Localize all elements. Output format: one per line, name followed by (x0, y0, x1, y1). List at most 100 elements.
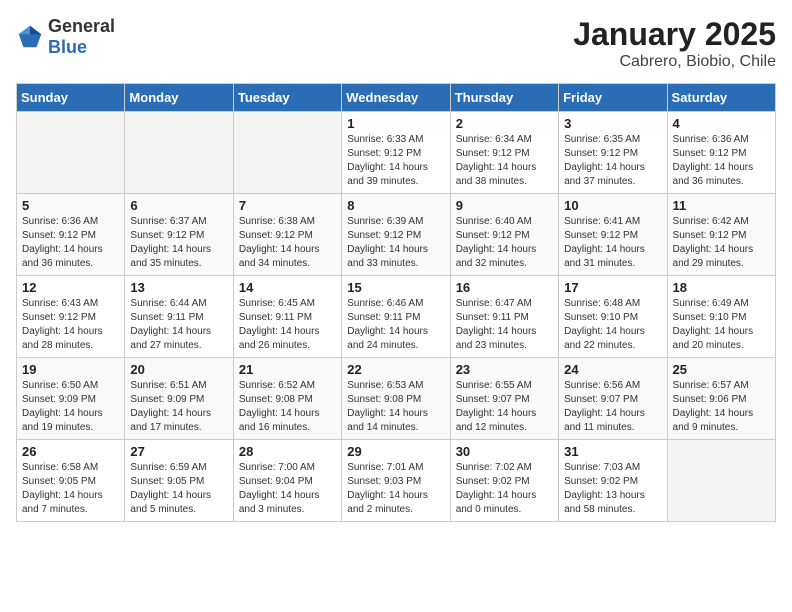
day-cell-8: 8 Sunrise: 6:39 AMSunset: 9:12 PMDaylight… (342, 194, 450, 276)
day-info: Sunrise: 7:01 AMSunset: 9:03 PMDaylight:… (347, 461, 444, 517)
day-cell-5: 5 Sunrise: 6:36 AMSunset: 9:12 PMDaylight… (17, 194, 125, 276)
day-cell-13: 13 Sunrise: 6:44 AMSunset: 9:11 PMDayligh… (125, 276, 233, 358)
day-info: Sunrise: 6:42 AMSunset: 9:12 PMDaylight:… (673, 215, 770, 271)
day-cell-21: 21 Sunrise: 6:52 AMSunset: 9:08 PMDayligh… (233, 358, 341, 440)
day-cell-26: 26 Sunrise: 6:58 AMSunset: 9:05 PMDayligh… (17, 440, 125, 522)
header-thursday: Thursday (450, 84, 558, 112)
day-number: 15 (347, 280, 444, 295)
calendar-week-2: 5 Sunrise: 6:36 AMSunset: 9:12 PMDaylight… (17, 194, 776, 276)
logo-blue: Blue (48, 37, 87, 57)
day-number: 2 (456, 116, 553, 131)
day-cell-4: 4 Sunrise: 6:36 AMSunset: 9:12 PMDaylight… (667, 112, 775, 194)
day-info: Sunrise: 6:40 AMSunset: 9:12 PMDaylight:… (456, 215, 553, 271)
day-cell-22: 22Sunrise: 6:53 AMSunset: 9:08 PMDayligh… (342, 358, 450, 440)
day-number: 30 (456, 444, 553, 459)
logo-general: General (48, 16, 115, 36)
day-number: 29 (347, 444, 444, 459)
calendar-week-5: 26 Sunrise: 6:58 AMSunset: 9:05 PMDayligh… (17, 440, 776, 522)
day-cell-15: 15Sunrise: 6:46 AMSunset: 9:11 PMDayligh… (342, 276, 450, 358)
empty-cell (125, 112, 233, 194)
day-number: 9 (456, 198, 553, 213)
day-number: 8 (347, 198, 444, 213)
day-cell-20: 20 Sunrise: 6:51 AMSunset: 9:09 PMDayligh… (125, 358, 233, 440)
day-cell-24: 24Sunrise: 6:56 AMSunset: 9:07 PMDayligh… (559, 358, 667, 440)
day-info: Sunrise: 6:38 AMSunset: 9:12 PMDaylight:… (239, 215, 336, 271)
day-number: 3 (564, 116, 661, 131)
day-info: Sunrise: 6:53 AMSunset: 9:08 PMDaylight:… (347, 379, 444, 435)
day-cell-29: 29 Sunrise: 7:01 AMSunset: 9:03 PMDayligh… (342, 440, 450, 522)
calendar-table: SundayMondayTuesdayWednesdayThursdayFrid… (16, 83, 776, 522)
page-header: General Blue January 2025 Cabrero, Biobi… (16, 16, 776, 71)
header-saturday: Saturday (667, 84, 775, 112)
day-info: Sunrise: 6:49 AMSunset: 9:10 PMDaylight:… (673, 297, 770, 353)
day-info: Sunrise: 6:39 AMSunset: 9:12 PMDaylight:… (347, 215, 444, 271)
title-area: January 2025 Cabrero, Biobio, Chile (573, 16, 776, 71)
day-info: Sunrise: 6:37 AMSunset: 9:12 PMDaylight:… (130, 215, 227, 271)
header-wednesday: Wednesday (342, 84, 450, 112)
empty-cell (667, 440, 775, 522)
day-number: 28 (239, 444, 336, 459)
calendar-header-row: SundayMondayTuesdayWednesdayThursdayFrid… (17, 84, 776, 112)
logo: General Blue (16, 16, 115, 58)
month-title: January 2025 (573, 16, 776, 53)
day-info: Sunrise: 7:03 AMSunset: 9:02 PMDaylight:… (564, 461, 661, 517)
day-info: Sunrise: 6:44 AMSunset: 9:11 PMDaylight:… (130, 297, 227, 353)
logo-icon (16, 23, 44, 51)
calendar-week-4: 19Sunrise: 6:50 AMSunset: 9:09 PMDayligh… (17, 358, 776, 440)
day-info: Sunrise: 6:43 AMSunset: 9:12 PMDaylight:… (22, 297, 119, 353)
day-cell-14: 14Sunrise: 6:45 AMSunset: 9:11 PMDayligh… (233, 276, 341, 358)
day-cell-1: 1Sunrise: 6:33 AMSunset: 9:12 PMDaylight… (342, 112, 450, 194)
day-info: Sunrise: 6:51 AMSunset: 9:09 PMDaylight:… (130, 379, 227, 435)
day-cell-31: 31Sunrise: 7:03 AMSunset: 9:02 PMDayligh… (559, 440, 667, 522)
day-number: 27 (130, 444, 227, 459)
day-info: Sunrise: 6:57 AMSunset: 9:06 PMDaylight:… (673, 379, 770, 435)
location-title: Cabrero, Biobio, Chile (573, 53, 776, 71)
day-number: 20 (130, 362, 227, 377)
day-cell-18: 18 Sunrise: 6:49 AMSunset: 9:10 PMDayligh… (667, 276, 775, 358)
day-number: 14 (239, 280, 336, 295)
day-number: 19 (22, 362, 119, 377)
day-cell-12: 12 Sunrise: 6:43 AMSunset: 9:12 PMDayligh… (17, 276, 125, 358)
day-number: 17 (564, 280, 661, 295)
day-info: Sunrise: 6:52 AMSunset: 9:08 PMDaylight:… (239, 379, 336, 435)
day-cell-10: 10Sunrise: 6:41 AMSunset: 9:12 PMDayligh… (559, 194, 667, 276)
logo-text: General Blue (48, 16, 115, 58)
day-number: 12 (22, 280, 119, 295)
day-number: 11 (673, 198, 770, 213)
day-cell-6: 6 Sunrise: 6:37 AMSunset: 9:12 PMDaylight… (125, 194, 233, 276)
day-cell-11: 11 Sunrise: 6:42 AMSunset: 9:12 PMDayligh… (667, 194, 775, 276)
day-number: 10 (564, 198, 661, 213)
calendar-week-1: 1Sunrise: 6:33 AMSunset: 9:12 PMDaylight… (17, 112, 776, 194)
day-cell-2: 2Sunrise: 6:34 AMSunset: 9:12 PMDaylight… (450, 112, 558, 194)
day-cell-7: 7Sunrise: 6:38 AMSunset: 9:12 PMDaylight… (233, 194, 341, 276)
day-number: 25 (673, 362, 770, 377)
day-number: 16 (456, 280, 553, 295)
day-info: Sunrise: 6:58 AMSunset: 9:05 PMDaylight:… (22, 461, 119, 517)
day-info: Sunrise: 6:47 AMSunset: 9:11 PMDaylight:… (456, 297, 553, 353)
day-cell-19: 19Sunrise: 6:50 AMSunset: 9:09 PMDayligh… (17, 358, 125, 440)
day-number: 5 (22, 198, 119, 213)
empty-cell (233, 112, 341, 194)
day-info: Sunrise: 6:36 AMSunset: 9:12 PMDaylight:… (22, 215, 119, 271)
day-number: 26 (22, 444, 119, 459)
empty-cell (17, 112, 125, 194)
day-number: 6 (130, 198, 227, 213)
calendar-week-3: 12 Sunrise: 6:43 AMSunset: 9:12 PMDayligh… (17, 276, 776, 358)
day-cell-28: 28 Sunrise: 7:00 AMSunset: 9:04 PMDayligh… (233, 440, 341, 522)
day-info: Sunrise: 6:48 AMSunset: 9:10 PMDaylight:… (564, 297, 661, 353)
day-number: 13 (130, 280, 227, 295)
header-monday: Monday (125, 84, 233, 112)
day-number: 18 (673, 280, 770, 295)
day-cell-17: 17 Sunrise: 6:48 AMSunset: 9:10 PMDayligh… (559, 276, 667, 358)
day-number: 1 (347, 116, 444, 131)
day-number: 21 (239, 362, 336, 377)
day-cell-30: 30Sunrise: 7:02 AMSunset: 9:02 PMDayligh… (450, 440, 558, 522)
day-info: Sunrise: 6:36 AMSunset: 9:12 PMDaylight:… (673, 133, 770, 189)
day-cell-9: 9 Sunrise: 6:40 AMSunset: 9:12 PMDaylight… (450, 194, 558, 276)
header-friday: Friday (559, 84, 667, 112)
day-info: Sunrise: 6:56 AMSunset: 9:07 PMDaylight:… (564, 379, 661, 435)
day-cell-23: 23Sunrise: 6:55 AMSunset: 9:07 PMDayligh… (450, 358, 558, 440)
day-number: 4 (673, 116, 770, 131)
day-cell-25: 25 Sunrise: 6:57 AMSunset: 9:06 PMDayligh… (667, 358, 775, 440)
day-info: Sunrise: 7:00 AMSunset: 9:04 PMDaylight:… (239, 461, 336, 517)
